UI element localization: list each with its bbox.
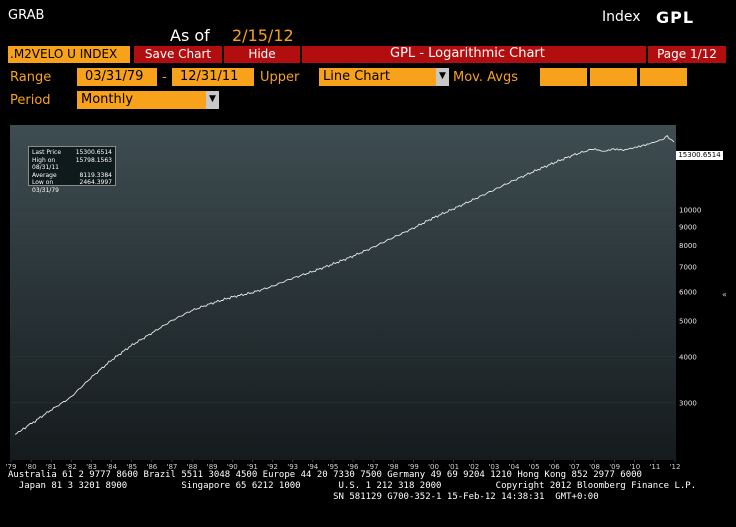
y-tick-label: 8000 <box>679 242 697 250</box>
footer-line-1: Australia 61 2 9777 8600 Brazil 5511 304… <box>8 470 642 480</box>
y-tick-label: 4000 <box>679 353 697 361</box>
footer-line-3: SN 581129 G700-352-1 15-Feb-12 14:38:31 … <box>8 492 599 502</box>
y-tick-label: 9000 <box>679 223 697 231</box>
x-tick-label: '12 <box>670 463 681 471</box>
y-tick-label: 5000 <box>679 318 697 326</box>
y-tick-label: 7000 <box>679 264 697 272</box>
y-tick-label: 6000 <box>679 288 697 296</box>
last-price-marker: 15300.6514 <box>676 151 723 160</box>
y-tick-label: 3000 <box>679 399 697 407</box>
y-tick-label: 10000 <box>679 207 701 215</box>
footer-line-2: Japan 81 3 3201 8900 Singapore 65 6212 1… <box>8 481 697 491</box>
legend-row-average: Average 8119.3384 <box>32 171 112 179</box>
chart-legend: Last Price 15300.6514 High on 08/31/11 157… <box>28 146 116 194</box>
x-tick-label: '11 <box>649 463 660 471</box>
collapse-handle-icon[interactable]: « <box>722 290 727 299</box>
chart: 300040005000600070008000900010000 '79'80… <box>6 125 701 471</box>
legend-row-last: Last Price 15300.6514 <box>32 149 112 156</box>
legend-row-high: High on 08/31/11 15798.1563 <box>32 156 112 172</box>
legend-row-low: Low on 03/31/79 2464.3997 <box>32 179 112 194</box>
